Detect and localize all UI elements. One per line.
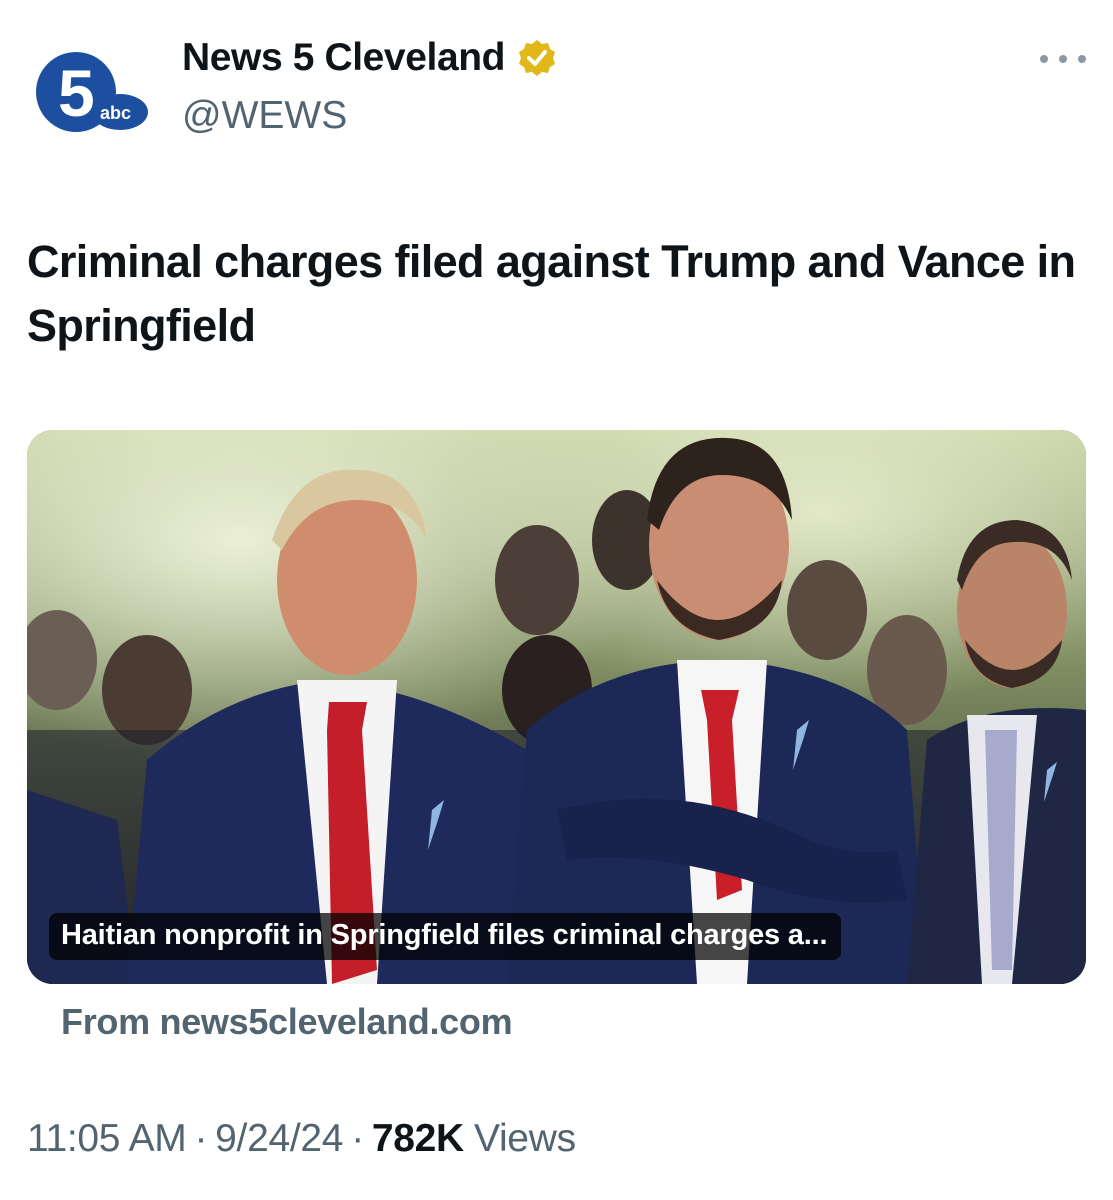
avatar[interactable]: 5 abc — [34, 50, 150, 134]
svg-text:abc: abc — [100, 103, 131, 123]
meta-separator: · — [194, 1117, 208, 1160]
views-count[interactable]: 782K — [372, 1117, 464, 1161]
author-name[interactable]: News 5 Cleveland — [182, 36, 557, 80]
tweet-text: Criminal charges filed against Trump and… — [27, 236, 1076, 351]
svg-text:5: 5 — [58, 56, 95, 130]
author-handle[interactable]: @WEWS — [182, 94, 347, 138]
link-card[interactable]: Haitian nonprofit in Springfield files c… — [27, 430, 1086, 984]
news5-logo-icon: 5 abc — [36, 52, 148, 132]
link-card-source[interactable]: From news5cleveland.com — [61, 1001, 513, 1043]
link-card-title: Haitian nonprofit in Springfield files c… — [49, 913, 842, 960]
tweet-time[interactable]: 11:05 AM — [27, 1117, 187, 1161]
views-label: Views — [473, 1117, 576, 1160]
meta-separator: · — [351, 1117, 364, 1160]
tweet-meta: 11:05 AM · 9/24/24 · 782K Views — [27, 1117, 576, 1161]
tweet-date[interactable]: 9/24/24 — [215, 1117, 343, 1161]
article-photo — [27, 430, 1086, 984]
more-options-icon[interactable] — [1040, 46, 1086, 72]
verified-badge-icon — [519, 40, 556, 76]
author-name-text: News 5 Cleveland — [182, 36, 506, 79]
